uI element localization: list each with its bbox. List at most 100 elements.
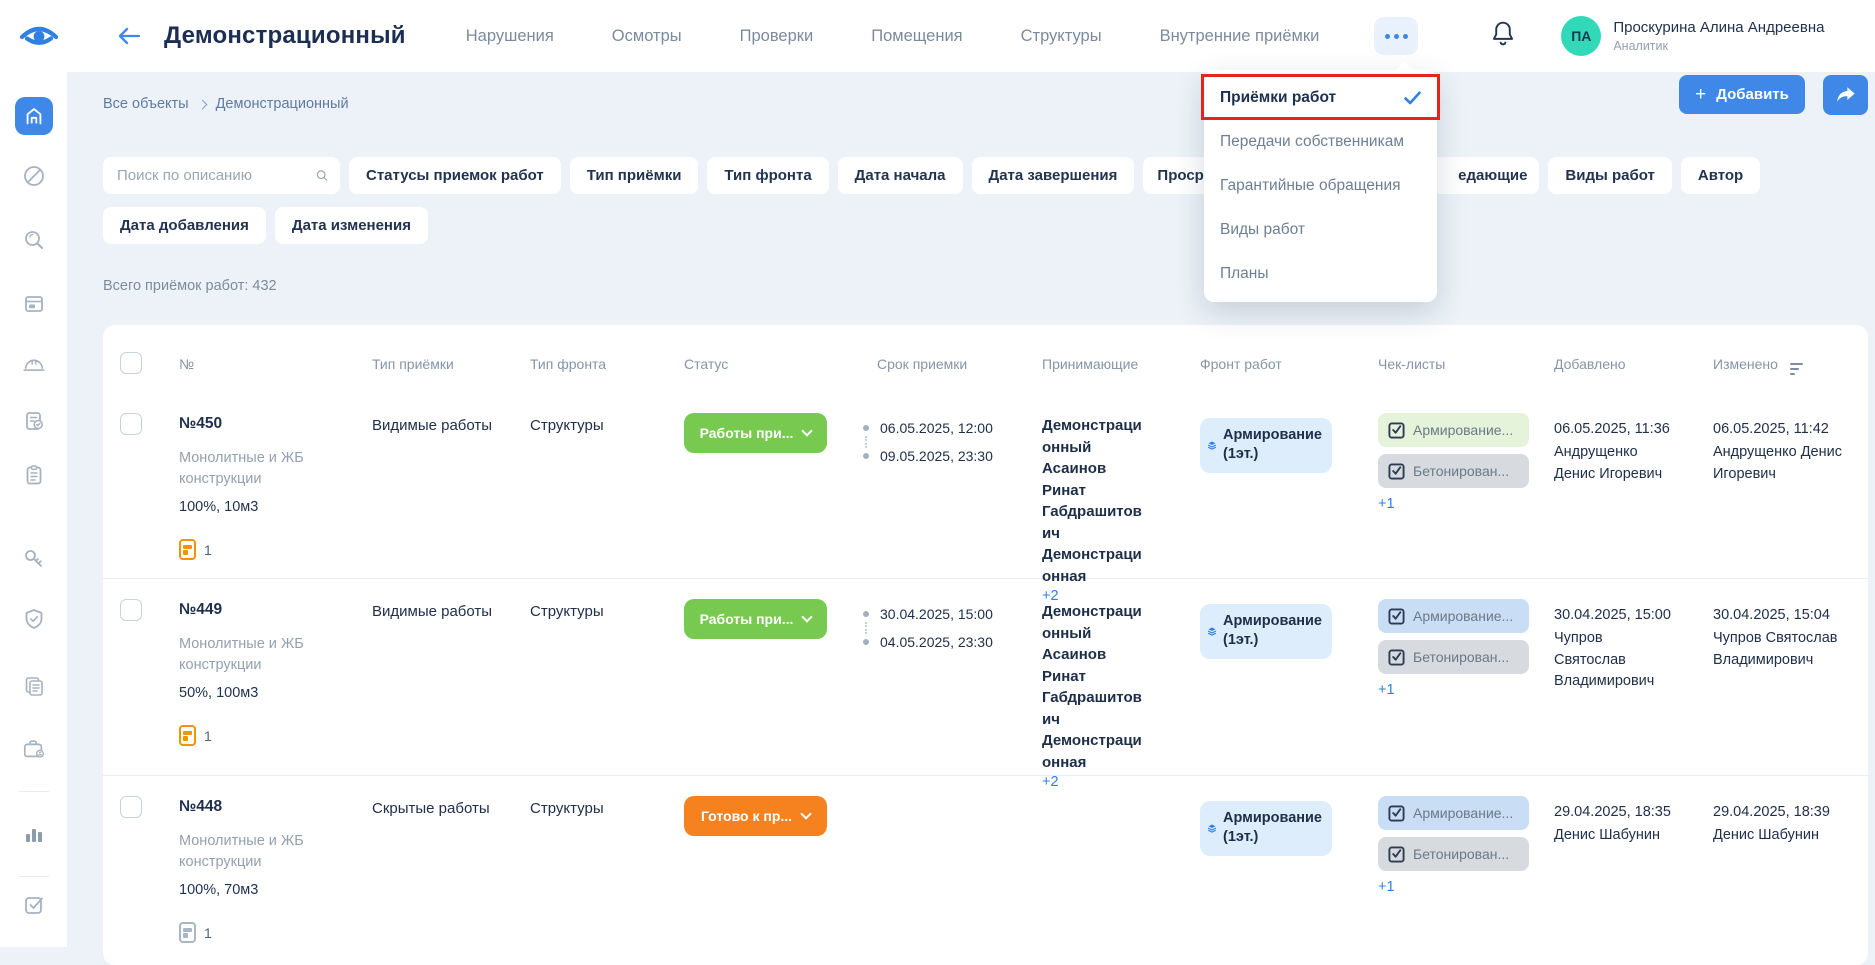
principal: Асаинов Ринат Габдрашитович bbox=[1042, 644, 1146, 730]
work-front-pill[interactable]: Армирование (1эт.) bbox=[1200, 801, 1332, 856]
changed-cell: 06.05.2025, 11:42 Андрущенко Денис Игоре… bbox=[1713, 421, 1868, 605]
sidebar-item-search-inspections[interactable] bbox=[22, 228, 46, 252]
search-box[interactable] bbox=[103, 157, 340, 194]
term-cell: 06.05.2025, 12:00 09.05.2025, 23:30 bbox=[863, 420, 1042, 605]
checklists-more-link[interactable]: +1 bbox=[1378, 682, 1395, 698]
sidebar-item-clipboard[interactable] bbox=[22, 463, 46, 487]
user-block: Проскурина Алина Андреевна Аналитик bbox=[1613, 19, 1824, 53]
filter-start-date[interactable]: Дата начала bbox=[838, 157, 963, 194]
table-row[interactable]: №448 Монолитные и ЖБ конструкции 100%, 7… bbox=[103, 775, 1868, 965]
principal: Асаинов Ринат Габдрашитович bbox=[1042, 458, 1146, 544]
sidebar-item-rooms[interactable] bbox=[22, 292, 46, 316]
search-input[interactable] bbox=[117, 167, 316, 184]
select-all-checkbox[interactable] bbox=[120, 352, 142, 374]
status-dropdown[interactable]: Готово к пр... bbox=[684, 796, 827, 836]
checklist-pill[interactable]: Бетонирован... bbox=[1378, 837, 1529, 871]
added-cell: 06.05.2025, 11:36 Андрущенко Денис Игоре… bbox=[1554, 421, 1713, 605]
chevron-down-icon bbox=[802, 425, 813, 436]
filter-end-date[interactable]: Дата завершения bbox=[972, 157, 1135, 194]
table-row[interactable]: №450 Монолитные и ЖБ конструкции 100%, 1… bbox=[103, 393, 1868, 578]
added-by: Андрущенко Денис Игоревич bbox=[1554, 442, 1666, 485]
filter-date-changed[interactable]: Дата изменения bbox=[275, 207, 428, 244]
menu-item-plans[interactable]: Планы bbox=[1204, 252, 1437, 296]
filter-acceptance-type[interactable]: Тип приёмки bbox=[570, 157, 699, 194]
share-button[interactable] bbox=[1823, 75, 1868, 115]
breadcrumb-current[interactable]: Демонстрационный bbox=[216, 96, 349, 112]
total-count: Всего приёмок работ: 432 bbox=[103, 278, 277, 294]
sidebar-item-analytics[interactable] bbox=[22, 822, 46, 846]
sort-icon[interactable] bbox=[1790, 363, 1803, 375]
app-logo-eye-icon[interactable] bbox=[16, 20, 62, 52]
breadcrumb-all-objects[interactable]: Все объекты bbox=[103, 96, 189, 112]
checklists-more-link[interactable]: +1 bbox=[1378, 879, 1395, 895]
filter-front-type[interactable]: Тип фронта bbox=[707, 157, 828, 194]
status-dropdown[interactable]: Работы при... bbox=[684, 413, 827, 453]
sidebar-item-construction[interactable] bbox=[22, 353, 46, 377]
sidebar-item-documents[interactable] bbox=[22, 674, 46, 698]
more-menu-dropdown: Приёмки работ Передачи собственникам Гар… bbox=[1204, 70, 1437, 302]
sidebar-item-contractors[interactable] bbox=[22, 737, 46, 761]
checklist-pill[interactable]: Армирование... bbox=[1378, 413, 1529, 447]
checklist-label: Армирование... bbox=[1413, 608, 1513, 624]
nav-rooms[interactable]: Помещения bbox=[871, 27, 962, 46]
filter-transferring-partial[interactable]: едающие bbox=[1425, 157, 1539, 194]
sidebar-item-safety[interactable] bbox=[22, 607, 46, 631]
nav-internal-acceptances[interactable]: Внутренние приёмки bbox=[1160, 27, 1320, 46]
checklist-label: Армирование... bbox=[1413, 805, 1513, 821]
checklist-pill[interactable]: Бетонирован... bbox=[1378, 454, 1529, 488]
menu-item-work-types[interactable]: Виды работ bbox=[1204, 208, 1437, 252]
col-status: Статус bbox=[684, 352, 863, 377]
acceptance-number[interactable]: №450 bbox=[179, 415, 372, 433]
col-acceptance-type: Тип приёмки bbox=[372, 352, 530, 377]
add-button[interactable]: Добавить bbox=[1679, 75, 1805, 114]
principals-more-link[interactable]: +2 bbox=[1042, 774, 1059, 790]
filter-acceptance-statuses[interactable]: Статусы приемок работ bbox=[349, 157, 561, 194]
row-checkbox[interactable] bbox=[120, 413, 142, 435]
back-button[interactable] bbox=[112, 19, 146, 53]
filter-work-types[interactable]: Виды работ bbox=[1548, 157, 1671, 194]
menu-item-owner-transfers[interactable]: Передачи собственникам bbox=[1204, 120, 1437, 164]
menu-item-acceptances[interactable]: Приёмки работ bbox=[1204, 76, 1437, 120]
user-avatar[interactable]: ПА bbox=[1561, 16, 1601, 56]
work-front-pill[interactable]: Армирование (1эт.) bbox=[1200, 418, 1332, 473]
sidebar-item-home[interactable] bbox=[15, 97, 53, 135]
sidebar-item-violations[interactable] bbox=[22, 164, 46, 188]
filter-date-added[interactable]: Дата добавления bbox=[103, 207, 266, 244]
user-name: Проскурина Алина Андреевна bbox=[1613, 19, 1824, 36]
front-type: Структуры bbox=[530, 603, 684, 791]
acceptance-number[interactable]: №448 bbox=[179, 798, 372, 816]
sidebar-item-keys[interactable] bbox=[22, 547, 46, 571]
checklists-more-link[interactable]: +1 bbox=[1378, 496, 1395, 512]
row-checkbox[interactable] bbox=[120, 796, 142, 818]
work-front-pill[interactable]: Армирование (1эт.) bbox=[1200, 604, 1332, 659]
nav-structures[interactable]: Структуры bbox=[1021, 27, 1102, 46]
acceptance-number[interactable]: №449 bbox=[179, 601, 372, 619]
menu-item-warranty-claims[interactable]: Гарантийные обращения bbox=[1204, 164, 1437, 208]
acceptance-meta: 100%, 70м3 bbox=[179, 882, 372, 898]
more-menu-button[interactable] bbox=[1374, 17, 1418, 55]
row-checkbox[interactable] bbox=[120, 599, 142, 621]
checklist-pill[interactable]: Армирование... bbox=[1378, 599, 1529, 633]
nav-violations[interactable]: Нарушения bbox=[466, 27, 554, 46]
layers-icon bbox=[1208, 437, 1216, 454]
table-row[interactable]: №449 Монолитные и ЖБ конструкции 50%, 10… bbox=[103, 578, 1868, 775]
checklist-label: Бетонирован... bbox=[1413, 649, 1509, 665]
status-dropdown[interactable]: Работы при... bbox=[684, 599, 827, 639]
table-header-row: № Тип приёмки Тип фронта Статус Срок при… bbox=[103, 325, 1868, 393]
checklist-pill[interactable]: Армирование... bbox=[1378, 796, 1529, 830]
checklist-pill[interactable]: Бетонирован... bbox=[1378, 640, 1529, 674]
nav-checks[interactable]: Проверки bbox=[740, 27, 814, 46]
chevron-down-icon bbox=[800, 808, 811, 819]
notifications-bell-icon[interactable] bbox=[1490, 20, 1516, 53]
sidebar-item-tasks[interactable] bbox=[22, 893, 46, 917]
principals-cell: Демонстрационный Асаинов Ринат Габдрашит… bbox=[1042, 601, 1146, 791]
sidebar-item-acceptance-checks[interactable] bbox=[22, 409, 46, 433]
nav-inspections[interactable]: Осмотры bbox=[612, 27, 682, 46]
filter-author[interactable]: Автор bbox=[1681, 157, 1760, 194]
check-icon bbox=[1404, 91, 1421, 105]
user-role: Аналитик bbox=[1613, 39, 1824, 53]
acceptance-type: Видимые работы bbox=[372, 417, 530, 605]
added-date: 30.04.2025, 15:00 bbox=[1554, 607, 1713, 623]
term-end: 04.05.2025, 23:30 bbox=[880, 634, 993, 650]
filters-row-1: Статусы приемок работ Тип приёмки Тип фр… bbox=[103, 157, 1760, 194]
